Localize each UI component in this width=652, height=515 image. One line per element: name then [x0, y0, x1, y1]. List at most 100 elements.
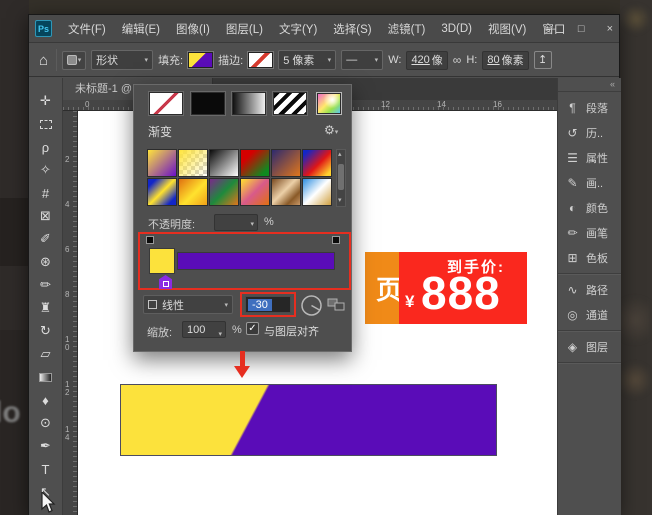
height-field[interactable]: 80像素 [482, 51, 528, 70]
gradient-swatch-blue-red-yellow[interactable] [302, 149, 332, 177]
menu-item-8[interactable]: 3D(D) [433, 23, 480, 35]
home-icon[interactable]: ⌂ [36, 52, 51, 69]
gradient-swatch-yellow-transparent[interactable] [178, 149, 208, 177]
type-tool[interactable]: T [34, 458, 58, 480]
gradient-tool[interactable] [34, 366, 58, 388]
menu-item-4[interactable]: 图层(L) [218, 21, 271, 37]
panel-tab-properties[interactable]: ☰属性 [558, 145, 621, 170]
panel-tab-paths[interactable]: ∿路径 [558, 277, 621, 302]
chevron-down-icon: ▾ [145, 56, 149, 64]
gradient-preview-bar[interactable] [177, 252, 335, 270]
desktop-background-left: lo [0, 0, 29, 515]
color-label: 颜色 [586, 200, 608, 216]
frame-tool[interactable]: ⊠ [34, 205, 58, 227]
scroll-down-icon[interactable]: ▾ [338, 197, 342, 205]
tool-mode-select[interactable]: 形状▾ [91, 50, 153, 70]
color-picker-button[interactable] [317, 93, 341, 114]
opacity-stop-right[interactable] [332, 236, 340, 244]
gradient-swatch-orange-yellow[interactable] [178, 178, 208, 206]
gradient-swatch-red-green[interactable] [240, 149, 270, 177]
panel-tab-paragraph[interactable]: ¶段落 [558, 95, 621, 120]
panel-tab-layers[interactable]: ◈图层 [558, 334, 621, 359]
gradient-swatch-purple-green-orange[interactable] [209, 178, 239, 206]
scrollbar-thumb[interactable] [338, 164, 344, 190]
panel-tab-channels[interactable]: ◎通道 [558, 302, 621, 327]
banner-badge: 页 [365, 252, 399, 324]
link-dimensions-icon[interactable]: ∞ [453, 53, 462, 67]
no-color-button[interactable] [149, 92, 183, 115]
paths-label: 路径 [586, 282, 608, 298]
clone-stamp-tool[interactable]: ♜ [34, 297, 58, 319]
scale-field[interactable]: 100▾ [182, 321, 226, 338]
opacity-field[interactable]: ▾ [214, 214, 258, 231]
panel-dock: « ¶段落↺历..☰属性✎画..◐颜色✏画笔⊞色板 ∿路径◎通道 ◈图层 [557, 78, 621, 515]
scrollbar[interactable]: ▴ ▾ [336, 149, 346, 207]
collapse-panels-icon[interactable]: « [558, 78, 621, 92]
eyedropper-tool[interactable]: ✐ [34, 228, 58, 250]
stroke-width-select[interactable]: 5 像素▾ [278, 50, 336, 70]
scroll-up-icon[interactable]: ▴ [338, 151, 342, 159]
pattern-button[interactable] [273, 92, 307, 115]
gradient-swatch-blue-white-gold[interactable] [302, 178, 332, 206]
vertical-ruler: 2468101214 [63, 111, 78, 515]
stroke-color-swatch[interactable] [248, 52, 273, 68]
export-icon[interactable]: ↥ [534, 51, 552, 69]
history-brush-tool[interactable]: ↻ [34, 320, 58, 342]
gradient-swatch-yellow-purple[interactable] [147, 149, 177, 177]
gradient-swatch-violet-orange[interactable] [271, 149, 301, 177]
annotation-arrow-head [234, 366, 250, 378]
marquee-tool[interactable] [34, 113, 58, 135]
menu-item-1[interactable]: 文件(F) [60, 21, 114, 37]
align-with-layer-checkbox[interactable]: ✓ [246, 322, 259, 335]
align-with-layer-label: 与图层对齐 [264, 323, 319, 339]
gradient-swatch-yellow-pink-orange[interactable] [240, 178, 270, 206]
solid-color-button[interactable] [191, 92, 225, 115]
minimize-button[interactable]: — [545, 23, 556, 35]
angle-dial[interactable] [300, 294, 323, 322]
panel-tab-brushes[interactable]: ✏画笔 [558, 220, 621, 245]
close-button[interactable]: × [607, 23, 613, 35]
panel-tab-color[interactable]: ◐颜色 [558, 195, 621, 220]
gradient-button[interactable] [232, 92, 266, 115]
scale-label: 缩放: [147, 324, 172, 340]
menu-item-5[interactable]: 文字(Y) [271, 21, 325, 37]
menu-item-3[interactable]: 图像(I) [168, 21, 218, 37]
pen-tool[interactable]: ✒ [34, 435, 58, 457]
menu-item-2[interactable]: 编辑(E) [114, 21, 168, 37]
eraser-tool[interactable]: ▱ [34, 343, 58, 365]
background-band [0, 198, 29, 266]
blur-tool[interactable]: ♦ [34, 389, 58, 411]
maximize-button[interactable]: □ [578, 23, 585, 35]
dodge-tool[interactable]: ⊙ [34, 412, 58, 434]
menu-item-6[interactable]: 选择(S) [325, 21, 379, 37]
opacity-stop-left[interactable] [146, 236, 154, 244]
lasso-tool[interactable]: ρ [34, 136, 58, 158]
crop-tool[interactable]: # [34, 182, 58, 204]
gear-icon[interactable]: ⚙▾ [324, 123, 338, 137]
menu-item-9[interactable]: 视图(V) [480, 21, 534, 37]
stroke-style-select[interactable]: —▾ [341, 50, 383, 70]
reverse-gradient-icon[interactable] [327, 297, 346, 317]
panel-tab-swatches[interactable]: ⊞色板 [558, 245, 621, 270]
move-tool[interactable]: ✛ [34, 90, 58, 112]
tool-preset-button[interactable]: ▾ [62, 51, 86, 70]
gradient-swatch-black-white[interactable] [209, 149, 239, 177]
gradient-swatch-blue-yellow-blue[interactable] [147, 178, 177, 206]
brushes-label: 画笔 [586, 225, 608, 241]
quick-selection-tool[interactable]: ✧ [34, 159, 58, 181]
gradient-start-swatch[interactable] [149, 248, 175, 274]
properties-label: 属性 [586, 150, 608, 166]
menu-item-7[interactable]: 滤镜(T) [380, 21, 434, 37]
banner-currency: ¥ [405, 292, 414, 312]
gradient-swatch-copper[interactable] [271, 178, 301, 206]
fill-color-swatch[interactable] [188, 52, 213, 68]
mouse-cursor [40, 492, 58, 515]
healing-brush-tool[interactable]: ⊛ [34, 251, 58, 273]
gradient-style-select[interactable]: 线性 ▾ [143, 295, 233, 314]
panel-tab-brush-settings[interactable]: ✎画.. [558, 170, 621, 195]
panel-tab-history[interactable]: ↺历.. [558, 120, 621, 145]
width-field[interactable]: 420像 [406, 51, 447, 70]
angle-field[interactable]: -30 [245, 296, 291, 313]
paragraph-icon: ¶ [565, 101, 580, 115]
brush-tool[interactable]: ✏ [34, 274, 58, 296]
